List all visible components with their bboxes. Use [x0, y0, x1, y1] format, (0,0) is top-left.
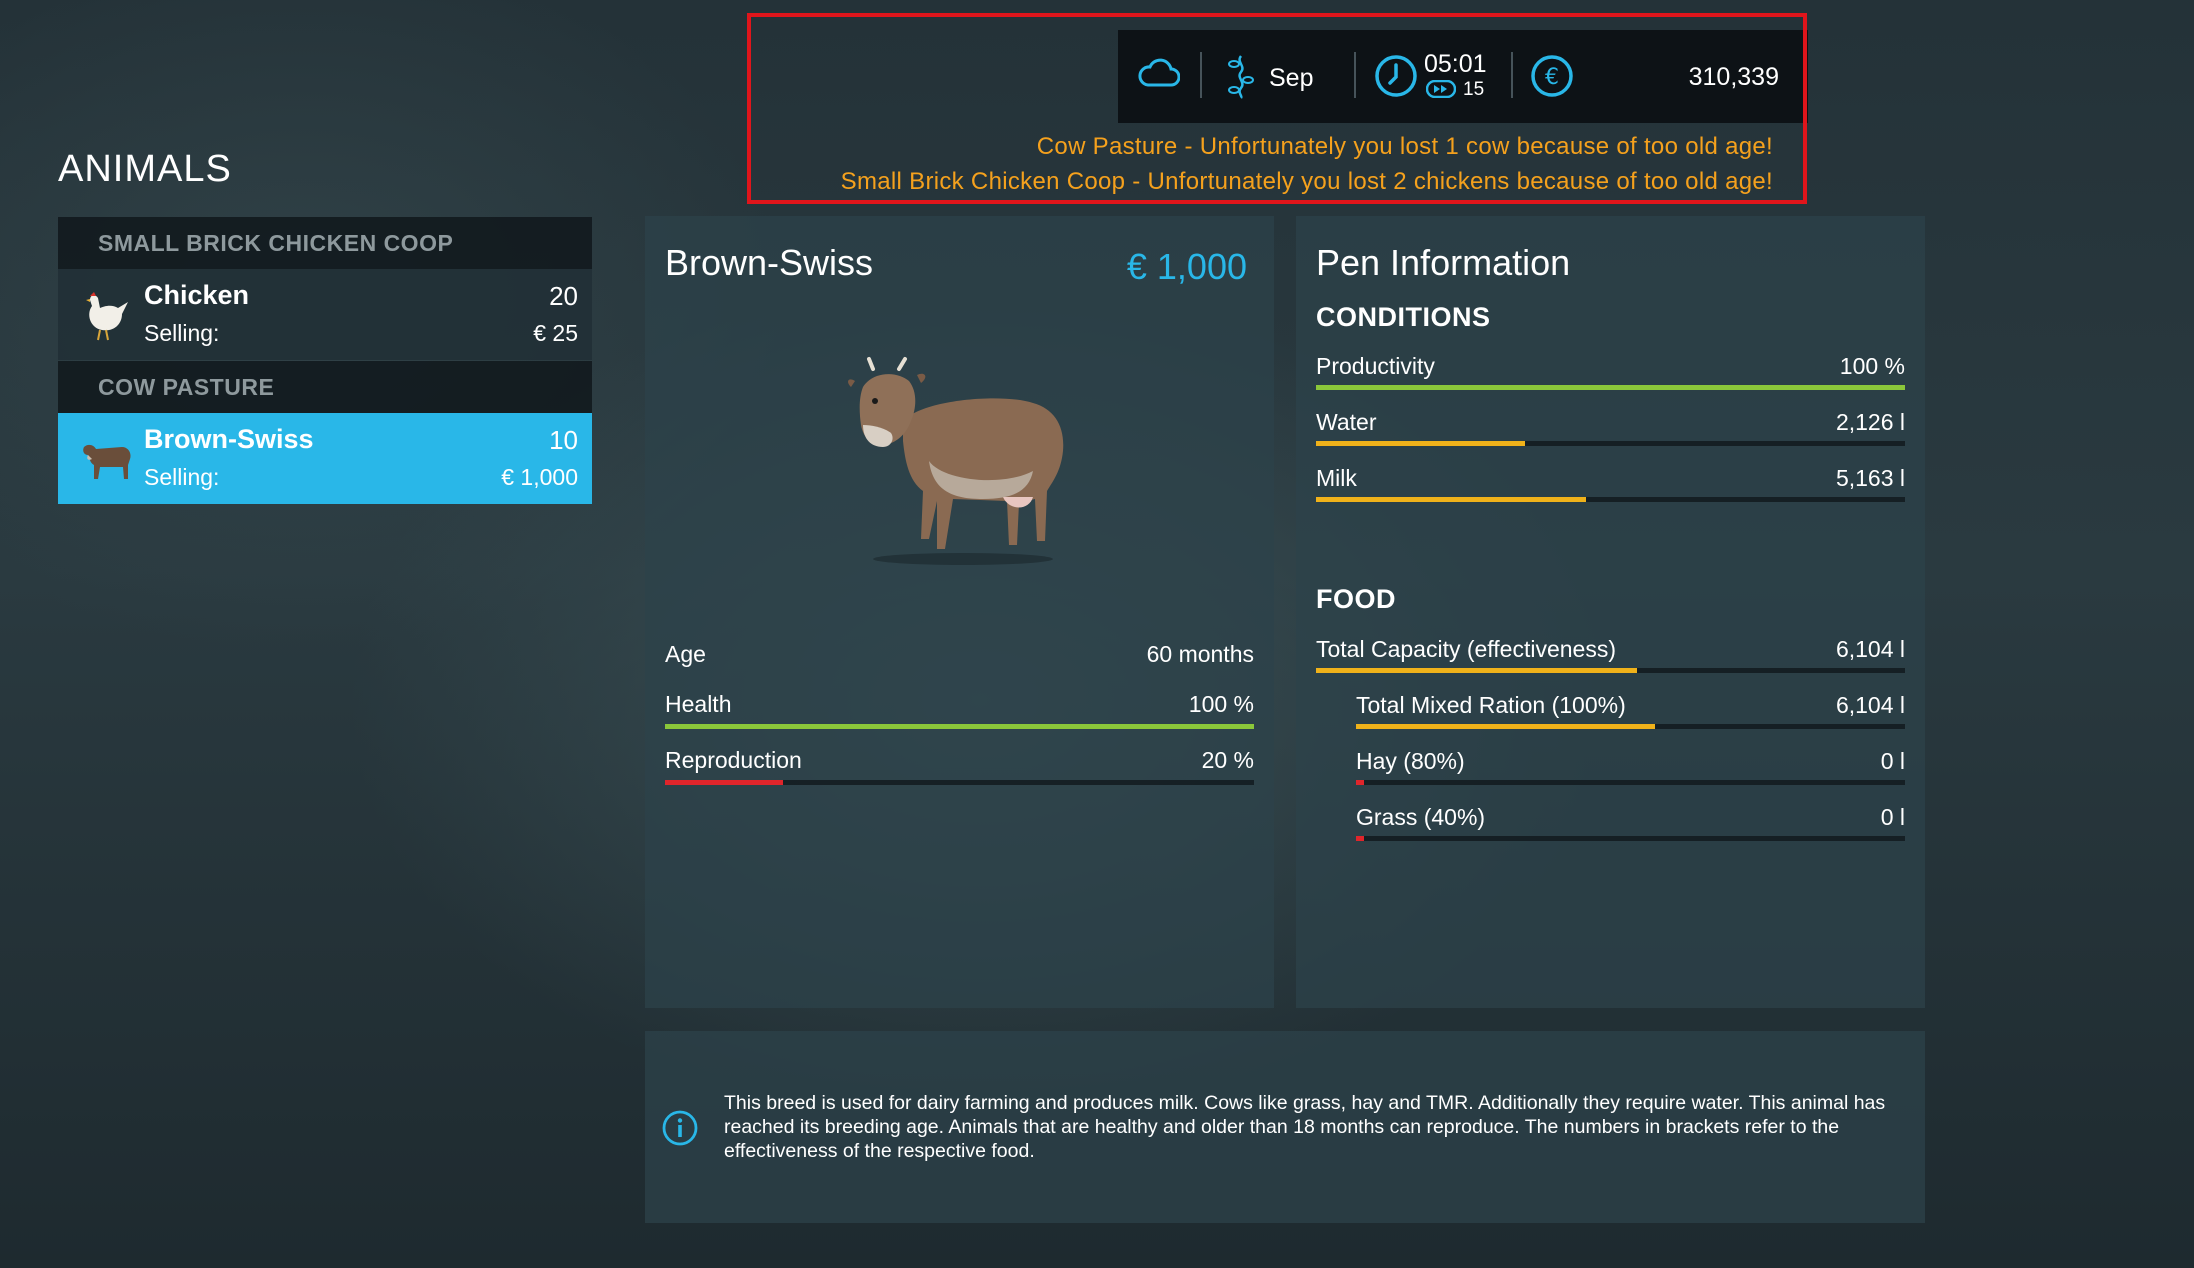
age-label: Age	[665, 641, 706, 667]
tmr-label: Total Mixed Ration (100%)	[1356, 692, 1626, 718]
water-bar	[1316, 441, 1905, 446]
reproduction-value: 20 %	[1201, 747, 1254, 773]
total-capacity-bar-fill	[1316, 668, 1637, 673]
total-capacity-value: 6,104 l	[1835, 636, 1905, 662]
pen-title: Pen Information	[1316, 242, 1571, 283]
chicken-icon	[78, 284, 130, 348]
milk-label: Milk	[1316, 465, 1357, 491]
info-text: This breed is used for dairy farming and…	[724, 1092, 1886, 1162]
productivity-label: Productivity	[1316, 353, 1435, 379]
hay-value: 0 l	[1880, 748, 1905, 774]
item-name: Brown-Swiss	[144, 424, 314, 454]
reproduction-bar-fill	[665, 780, 783, 785]
list-item-brown-swiss[interactable]: Brown-Swiss 10 Selling: € 1,000	[58, 413, 592, 504]
selling-label: Selling:	[144, 464, 220, 490]
selling-label: Selling:	[144, 320, 220, 346]
food-heading: FOOD	[1316, 584, 1396, 614]
grass-label: Grass (40%)	[1356, 804, 1486, 830]
reproduction-label: Reproduction	[665, 747, 802, 773]
animal-detail-panel: Brown-Swiss € 1,000 Age 60 months Health…	[645, 216, 1274, 1008]
reproduction-bar	[665, 780, 1254, 785]
item-name: Chicken	[144, 280, 250, 310]
grass-bar-fill	[1356, 836, 1365, 841]
tmr-value: 6,104 l	[1835, 692, 1905, 718]
tmr-bar	[1356, 724, 1905, 729]
conditions-heading: CONDITIONS	[1316, 302, 1491, 332]
item-price: € 1,000	[501, 464, 578, 490]
group-header-cow-pasture: COW PASTURE	[58, 361, 592, 413]
list-item-chicken[interactable]: Chicken 20 Selling: € 25	[58, 269, 592, 360]
grass-value: 0 l	[1880, 804, 1905, 830]
pen-information-panel: Pen Information CONDITIONS Productivity …	[1296, 216, 1925, 1008]
animal-name: Brown-Swiss	[665, 242, 874, 283]
water-value: 2,126 l	[1835, 409, 1905, 435]
animal-price: € 1,000	[1126, 246, 1247, 287]
item-count: 20	[549, 281, 578, 311]
group-header-chicken-coop: SMALL BRICK CHICKEN COOP	[58, 217, 592, 269]
age-value: 60 months	[1146, 641, 1254, 667]
cow-icon	[78, 433, 134, 487]
milk-value: 5,163 l	[1835, 465, 1905, 491]
group-title: SMALL BRICK CHICKEN COOP	[98, 230, 454, 256]
highlight-outline	[747, 13, 1807, 204]
group-title: COW PASTURE	[98, 374, 275, 400]
health-value: 100 %	[1188, 691, 1254, 717]
grass-bar	[1356, 836, 1905, 841]
item-price: € 25	[533, 320, 578, 346]
water-bar-fill	[1316, 441, 1526, 446]
productivity-bar-fill	[1316, 385, 1905, 390]
total-capacity-label: Total Capacity (effectiveness)	[1316, 636, 1616, 662]
water-label: Water	[1316, 409, 1377, 435]
health-label: Health	[665, 691, 732, 717]
item-count: 10	[549, 425, 578, 455]
health-bar	[665, 724, 1254, 729]
productivity-value: 100 %	[1839, 353, 1905, 379]
hay-bar-fill	[1356, 780, 1365, 785]
health-bar-fill	[665, 724, 1254, 729]
screen-title: ANIMALS	[58, 148, 232, 190]
hay-label: Hay (80%)	[1356, 748, 1465, 774]
tmr-bar-fill	[1356, 724, 1656, 729]
hay-bar	[1356, 780, 1905, 785]
info-icon	[661, 1109, 699, 1151]
milk-bar-fill	[1316, 497, 1586, 502]
cow-image	[833, 341, 1083, 575]
productivity-bar	[1316, 385, 1905, 390]
milk-bar	[1316, 497, 1905, 502]
total-capacity-bar	[1316, 668, 1905, 673]
